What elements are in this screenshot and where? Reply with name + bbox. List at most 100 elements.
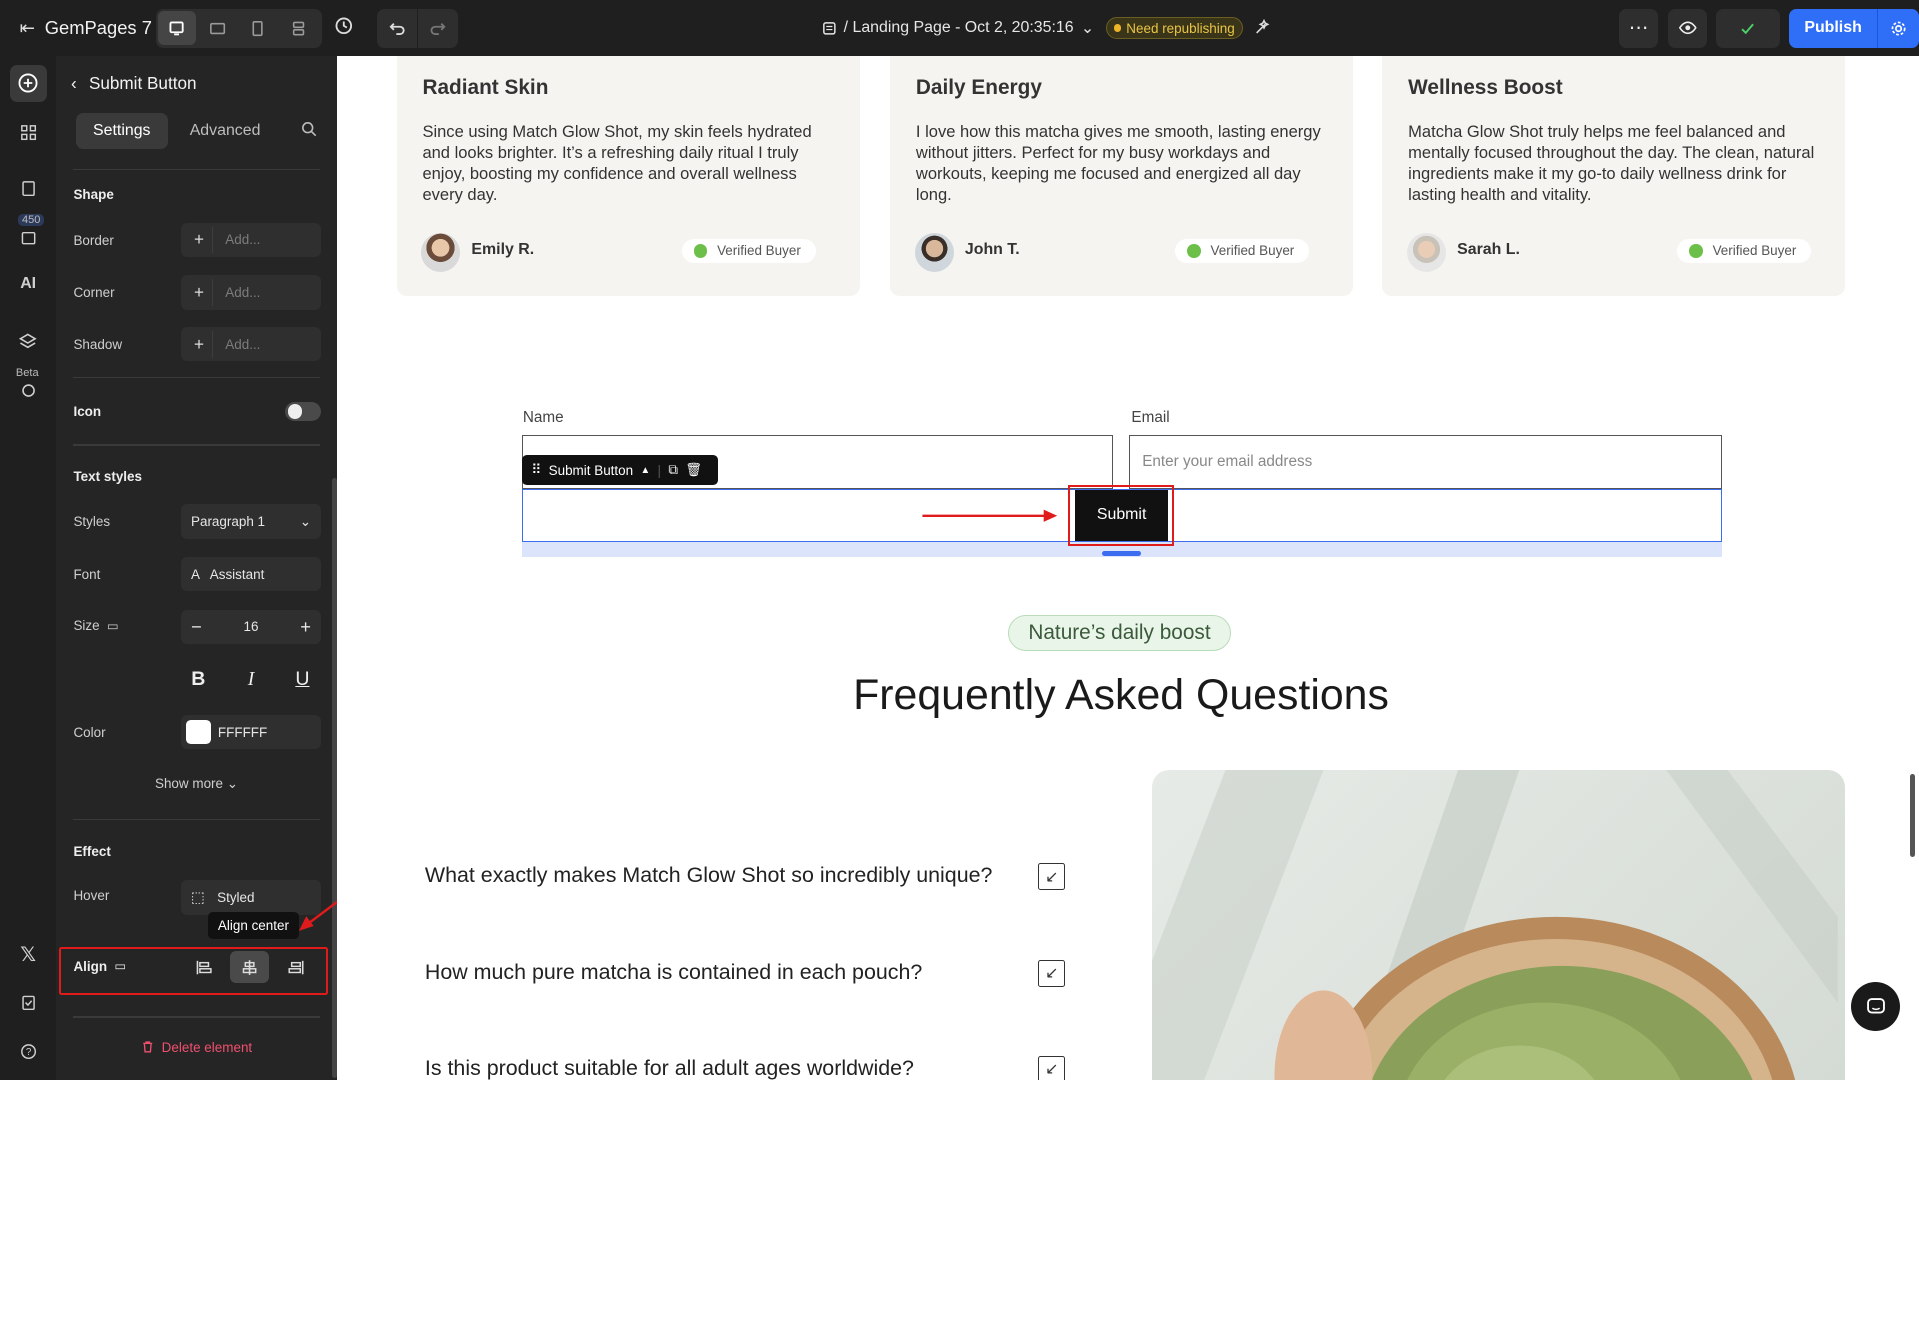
corner-add-field[interactable]: + Add...: [181, 275, 321, 310]
styles-select[interactable]: Paragraph 1 ⌄: [181, 504, 321, 539]
help-icon: ?: [20, 1044, 36, 1060]
italic-icon: I: [247, 668, 255, 690]
show-more-button[interactable]: Show more ⌄: [56, 776, 336, 792]
duplicate-icon[interactable]: ⧉: [668, 462, 678, 478]
corner-placeholder: Add...: [225, 285, 261, 301]
expand-arrow-icon[interactable]: ↙: [1038, 863, 1066, 891]
faq-question[interactable]: What exactly makes Match Glow Shot so in…: [425, 863, 993, 888]
tablet-portrait-button[interactable]: [239, 11, 277, 45]
undo-icon: [389, 22, 405, 35]
size-value[interactable]: 16: [244, 619, 259, 634]
top-bar: ⇤ GemPages 7 / Landing Page - Oct 2, 20:…: [0, 0, 1919, 57]
exit-icon[interactable]: ⇤: [20, 17, 35, 39]
x-social-button[interactable]: 𝕏: [10, 937, 47, 974]
sections-button[interactable]: [10, 114, 47, 151]
bold-icon: B: [191, 668, 206, 691]
save-button[interactable]: [1715, 8, 1781, 48]
publish-settings-button[interactable]: [1877, 8, 1919, 48]
back-arrow-icon[interactable]: ‹: [71, 73, 77, 94]
bold-button[interactable]: B: [182, 664, 214, 696]
align-center-button[interactable]: [230, 951, 270, 984]
size-label: Size: [73, 618, 100, 634]
size-stepper[interactable]: − 16 +: [181, 609, 321, 645]
tablet-landscape-button[interactable]: [198, 11, 236, 45]
trash-icon[interactable]: 🗑: [685, 462, 702, 478]
selection-label[interactable]: Submit Button: [549, 463, 634, 478]
align-left-button[interactable]: [184, 951, 223, 983]
reviewer-name: John T.: [964, 241, 1020, 259]
ai-assistant-button[interactable]: [1253, 17, 1273, 43]
desktop-icon: ▭: [106, 618, 119, 633]
verified-check-icon: [1187, 244, 1201, 258]
font-select[interactable]: A Assistant: [181, 557, 321, 592]
pages-button[interactable]: [10, 170, 47, 207]
expand-arrow-icon[interactable]: ↙: [1038, 959, 1066, 987]
sparkle-icon: [1255, 19, 1270, 34]
align-label: Align: [73, 958, 108, 974]
border-add-field[interactable]: + Add...: [181, 222, 321, 258]
publish-button[interactable]: Publish: [1788, 8, 1878, 48]
help-button[interactable]: ?: [10, 1033, 47, 1070]
ai-button[interactable]: AI: [10, 266, 47, 303]
canvas-scrollbar[interactable]: [1910, 773, 1916, 858]
divider: |: [657, 462, 662, 478]
font-glyph-icon: A: [190, 566, 200, 582]
settings-pin-icon: [21, 384, 35, 397]
color-value[interactable]: FFFFFF: [218, 725, 267, 740]
library-button[interactable]: [10, 219, 47, 256]
avatar: [1406, 232, 1447, 272]
desktop-view-button[interactable]: [157, 11, 196, 46]
beta-feature-button[interactable]: [10, 372, 47, 409]
search-icon[interactable]: [301, 120, 317, 143]
testimonial-title: Radiant Skin: [422, 75, 549, 99]
submit-button[interactable]: Submit: [1075, 489, 1169, 542]
redo-button[interactable]: [417, 8, 458, 48]
panel-header: ‹ Submit Button: [56, 56, 336, 110]
drag-handle-icon[interactable]: ⠿: [531, 462, 541, 478]
chevron-down-icon: ⌄: [226, 776, 239, 792]
undo-button[interactable]: [377, 9, 417, 48]
app-logo[interactable]: ⇤ GemPages 7: [20, 17, 152, 39]
minus-icon[interactable]: −: [191, 616, 202, 638]
layers-button[interactable]: [10, 323, 47, 360]
testimonial-title: Wellness Boost: [1408, 75, 1563, 99]
preview-button[interactable]: [1667, 8, 1707, 48]
faq-question[interactable]: How much pure matcha is contained in eac…: [425, 960, 922, 985]
mobile-icon: [292, 21, 304, 36]
plus-icon[interactable]: +: [300, 616, 311, 638]
canvas: Radiant Skin Since using Match Glow Shot…: [336, 56, 1919, 1080]
library-icon: [21, 231, 36, 245]
annotation-arrow-right: [922, 509, 1057, 522]
hover-label: Hover: [73, 887, 110, 903]
faq-question[interactable]: Is this product suitable for all adult a…: [425, 1056, 914, 1080]
caret-up-icon[interactable]: ▲: [640, 465, 650, 476]
tab-settings[interactable]: Settings: [75, 112, 168, 150]
underline-button[interactable]: U: [287, 664, 319, 696]
icon-toggle[interactable]: [285, 401, 321, 422]
show-more-label: Show more: [154, 776, 224, 792]
trash-icon: [143, 1041, 153, 1053]
italic-button[interactable]: I: [235, 664, 267, 696]
resize-handle[interactable]: [1102, 551, 1142, 556]
verified-badge: Verified Buyer: [681, 238, 816, 264]
divider: [73, 1016, 320, 1018]
divider: [73, 168, 320, 171]
checklist-button[interactable]: [10, 984, 47, 1021]
page-selector[interactable]: / Landing Page - Oct 2, 20:35:16 ⌄: [822, 18, 1094, 38]
email-input[interactable]: Enter your email address: [1128, 434, 1722, 489]
delete-element-button[interactable]: Delete element: [56, 1040, 336, 1055]
shadow-add-field[interactable]: + Add...: [181, 326, 321, 362]
color-field[interactable]: FFFFFF: [181, 715, 321, 750]
add-element-button[interactable]: [9, 64, 47, 102]
align-right-button[interactable]: [277, 951, 316, 983]
chat-button[interactable]: [1851, 982, 1901, 1031]
avatar: [914, 232, 954, 272]
undo-redo-group: [377, 8, 458, 48]
styles-label: Styles: [73, 514, 111, 530]
color-swatch[interactable]: [186, 719, 211, 745]
tab-advanced[interactable]: Advanced: [173, 113, 278, 150]
expand-arrow-icon[interactable]: ↙: [1038, 1055, 1066, 1080]
more-options-button[interactable]: ⋯: [1618, 8, 1658, 48]
history-button[interactable]: [334, 16, 354, 42]
mobile-view-button[interactable]: [279, 11, 317, 45]
